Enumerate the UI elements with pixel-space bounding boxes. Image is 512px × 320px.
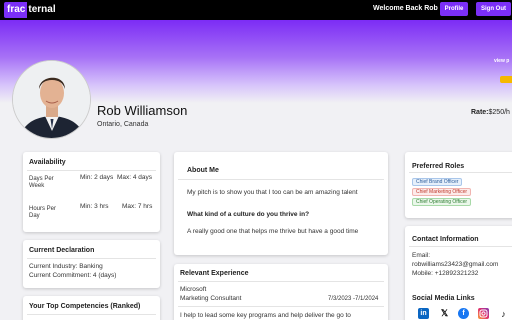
role-chip: Chief Brand Officer bbox=[412, 178, 463, 186]
divider bbox=[409, 246, 512, 247]
hours-min: Min: 3 hrs bbox=[80, 203, 109, 210]
logo-text: ternal bbox=[28, 4, 56, 15]
divider bbox=[178, 281, 384, 282]
availability-card: Availability Days Per Week Min: 2 days M… bbox=[23, 152, 160, 232]
contact-information-card: Contact Information Email: robwilliams23… bbox=[405, 226, 512, 320]
instagram-icon[interactable] bbox=[478, 308, 489, 319]
view-profile-link[interactable]: view p bbox=[494, 58, 509, 65]
sign-out-button[interactable]: Sign Out bbox=[476, 2, 511, 16]
email-label: Email: bbox=[412, 252, 431, 259]
experience-dates: 7/3/2023 -7/1/2024 bbox=[328, 296, 379, 302]
avatar bbox=[12, 60, 91, 139]
edit-button-partial[interactable] bbox=[500, 76, 512, 83]
welcome-text: Welcome Back Rob bbox=[373, 5, 438, 12]
top-nav: frac ternal Welcome Back Rob Profile Sign… bbox=[0, 0, 512, 20]
declaration-title: Current Declaration bbox=[29, 247, 95, 254]
days-max: Max: 4 days bbox=[117, 174, 153, 181]
tiktok-icon[interactable]: ♪ bbox=[498, 308, 509, 319]
top-competencies-card: Your Top Competencies (Ranked) bbox=[23, 296, 160, 320]
fracternal-logo[interactable]: frac ternal bbox=[4, 1, 56, 18]
x-icon[interactable]: 𝕏 bbox=[439, 308, 450, 319]
divider bbox=[178, 306, 384, 307]
contact-title: Contact Information bbox=[412, 236, 479, 243]
logo-mark: frac bbox=[4, 1, 28, 18]
hours-label-line-2: Day bbox=[29, 213, 40, 219]
profile-location: Ontario, Canada bbox=[97, 121, 149, 128]
experience-description: I help to lead some key programs and hel… bbox=[180, 312, 351, 319]
divider bbox=[409, 172, 512, 173]
availability-title: Availability bbox=[29, 159, 66, 166]
current-declaration-card: Current Declaration Current Industry: Ba… bbox=[23, 240, 160, 288]
role-chip: Chief Operating Officer bbox=[412, 198, 472, 206]
hours-max: Max: 7 hrs bbox=[122, 203, 153, 210]
days-label-line-2: Week bbox=[29, 183, 45, 189]
experience-company: Microsoft bbox=[180, 286, 207, 293]
divider bbox=[27, 170, 156, 171]
profile-name: Rob Williamson bbox=[97, 103, 188, 118]
social-title: Social Media Links bbox=[412, 295, 475, 302]
divider bbox=[27, 258, 156, 259]
divider bbox=[27, 314, 156, 315]
rate-value: $250/h bbox=[488, 109, 510, 116]
preferred-roles-card: Preferred Roles Chief Brand Officer Chie… bbox=[405, 152, 512, 218]
experience-role: Marketing Consultant bbox=[180, 295, 242, 302]
roles-title: Preferred Roles bbox=[412, 163, 465, 170]
relevant-experience-card: Relevant Experience Microsoft Marketing … bbox=[174, 264, 388, 320]
about-title: About Me bbox=[187, 167, 219, 174]
current-industry: Current Industry: Banking bbox=[29, 263, 103, 270]
profile-button[interactable]: Profile bbox=[440, 2, 468, 16]
email-value[interactable]: robwilliams23423@gmail.com bbox=[412, 261, 498, 269]
about-me-card: About Me My pitch is to show you that I … bbox=[174, 152, 388, 255]
role-chip: Chief Marketing Officer bbox=[412, 188, 472, 196]
divider bbox=[178, 179, 384, 180]
rate-label: Rate: bbox=[471, 109, 489, 116]
about-pitch: My pitch is to show you that I too can b… bbox=[187, 189, 358, 196]
linkedin-icon[interactable]: in bbox=[418, 308, 429, 319]
competencies-title: Your Top Competencies (Ranked) bbox=[29, 303, 141, 310]
experience-title: Relevant Experience bbox=[180, 270, 249, 277]
current-commitment: Current Commitment: 4 (days) bbox=[29, 272, 117, 279]
culture-question: What kind of a culture do you thrive in? bbox=[187, 211, 310, 218]
days-min: Min: 2 days bbox=[80, 174, 114, 181]
hourly-rate: Rate:$250/h bbox=[471, 108, 510, 117]
facebook-icon[interactable]: f bbox=[458, 308, 469, 319]
mobile-number: Mobile: +12892321232 bbox=[412, 270, 479, 277]
culture-answer: A really good one that helps me thrive b… bbox=[187, 228, 359, 235]
